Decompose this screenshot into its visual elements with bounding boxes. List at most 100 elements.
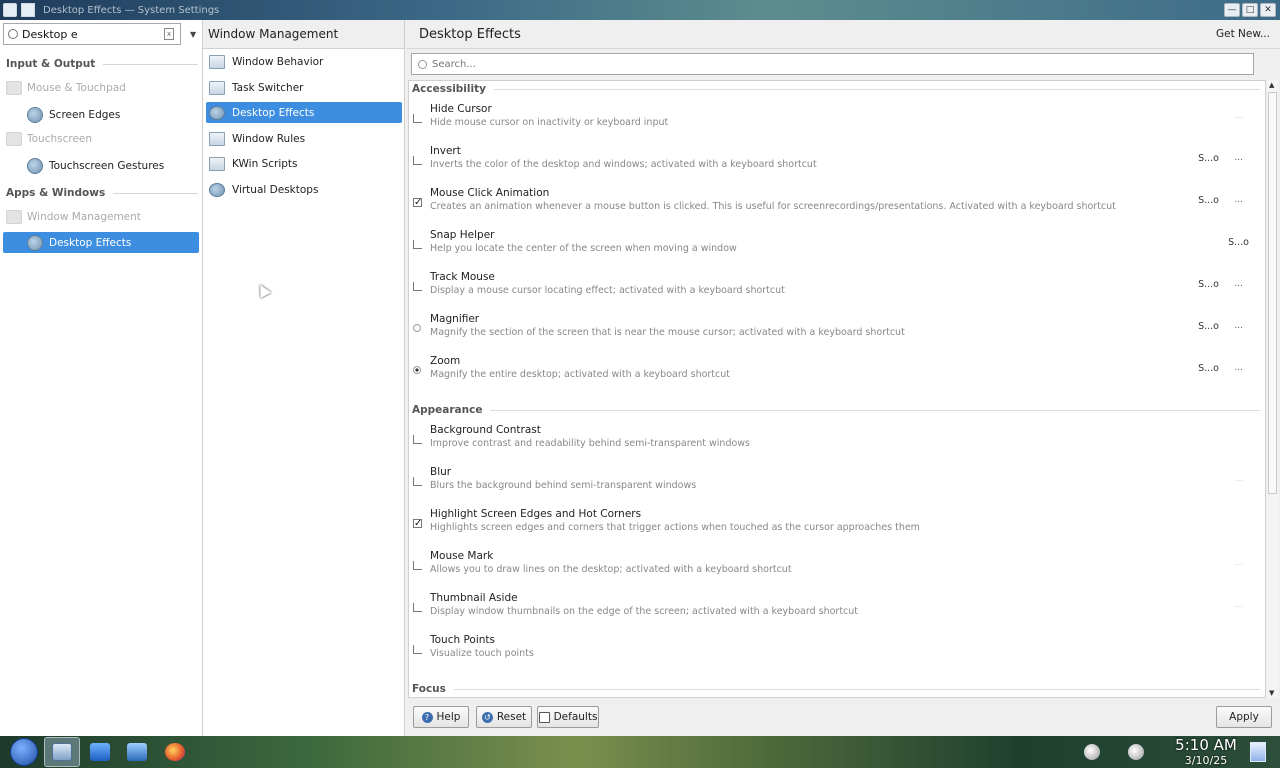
effect-checkbox[interactable]	[413, 603, 422, 612]
taskbar-file-manager[interactable]	[123, 739, 151, 765]
effect-shortcut-button[interactable]: S...o	[1198, 363, 1219, 374]
effect-shortcut-button[interactable]: S...o	[1198, 195, 1219, 206]
effect-name: Invert	[430, 145, 461, 157]
effect-name: Track Mouse	[430, 271, 495, 283]
effect-checkbox[interactable]	[413, 282, 422, 291]
close-icon[interactable]: ✕	[1260, 3, 1276, 17]
taskbar-clock[interactable]: 5:10 AM 3/10/25	[1170, 736, 1242, 767]
sidebar-search-input[interactable]	[22, 27, 152, 41]
effect-row[interactable]: Touch Points Visualize touch points	[409, 634, 1261, 674]
window-behavior-icon	[209, 54, 225, 69]
effects-scrollbar[interactable]: ▲ ▼	[1267, 80, 1278, 698]
effects-search-input[interactable]	[432, 58, 1132, 70]
apply-button[interactable]: Apply	[1216, 706, 1272, 728]
defaults-button[interactable]: Defaults	[537, 706, 599, 728]
minimize-icon[interactable]: —	[1224, 3, 1240, 17]
effect-row[interactable]: Zoom Magnify the entire desktop; activate…	[409, 355, 1261, 395]
effect-configure-button[interactable]: ...	[1234, 279, 1243, 289]
taskbar-firefox[interactable]	[161, 739, 189, 765]
kwin-scripts-icon	[209, 156, 225, 171]
effect-name: Blur	[430, 466, 452, 478]
scroll-up-icon[interactable]: ▲	[1269, 81, 1274, 89]
sidebar-item-screen-edges[interactable]: Screen Edges	[27, 104, 199, 125]
effect-name: Mouse Click Animation	[430, 187, 550, 199]
effect-checkbox[interactable]	[413, 477, 422, 486]
maximize-icon[interactable]: □	[1242, 3, 1258, 17]
effect-configure-button[interactable]: ...	[1234, 195, 1243, 205]
help-button[interactable]: ? Help	[413, 706, 469, 728]
effect-row[interactable]: Snap Helper Help you locate the center of…	[409, 229, 1261, 269]
effect-checkbox[interactable]: ✓	[413, 519, 422, 529]
gestures-icon	[27, 157, 43, 174]
effect-row[interactable]: Invert Inverts the color of the desktop a…	[409, 145, 1261, 185]
effect-row[interactable]: Blur Blurs the background behind semi-tra…	[409, 466, 1261, 506]
app-menu-icon[interactable]	[3, 3, 17, 17]
effect-row[interactable]: Background Contrast Improve contrast and …	[409, 424, 1261, 464]
effect-checkbox[interactable]	[413, 240, 422, 249]
firefox-icon	[165, 743, 185, 761]
effect-description: Hide mouse cursor on inactivity or keybo…	[430, 117, 669, 128]
effect-checkbox[interactable]: ✓	[413, 198, 422, 208]
subcategory-list: Window Management Window Behavior Task S…	[203, 20, 405, 736]
nav-kwin-scripts[interactable]: KWin Scripts	[206, 153, 402, 174]
nav-virtual-desktops[interactable]: Virtual Desktops	[206, 179, 402, 200]
effect-configure-button[interactable]: ...	[1234, 600, 1243, 610]
scrollbar-thumb[interactable]	[1268, 92, 1277, 494]
effect-shortcut-button[interactable]: S...o	[1228, 237, 1249, 248]
effect-radio[interactable]	[413, 366, 421, 374]
category-input-output: Input & Output	[6, 58, 198, 70]
effect-configure-button[interactable]: ...	[1234, 474, 1243, 484]
effect-checkbox[interactable]	[413, 435, 422, 444]
effect-checkbox[interactable]	[413, 561, 422, 570]
effect-configure-button[interactable]: ...	[1234, 558, 1243, 568]
effect-shortcut-button[interactable]: S...o	[1198, 153, 1219, 164]
effect-row[interactable]: Track Mouse Display a mouse cursor locati…	[409, 271, 1261, 311]
effect-checkbox[interactable]	[413, 645, 422, 654]
sidebar-item-desktop-effects[interactable]: Desktop Effects	[3, 232, 199, 253]
reset-button[interactable]: ↺ Reset	[476, 706, 532, 728]
get-new-button[interactable]: Get New...	[1216, 28, 1270, 40]
clock-time: 5:10 AM	[1175, 736, 1237, 754]
scroll-down-icon[interactable]: ▼	[1269, 689, 1274, 697]
taskbar-store[interactable]	[86, 739, 114, 765]
tray-shield-icon[interactable]	[1084, 744, 1100, 760]
nav-task-switcher[interactable]: Task Switcher	[206, 77, 402, 98]
effect-configure-button[interactable]: ...	[1234, 321, 1243, 331]
effect-name: Touch Points	[430, 634, 496, 646]
effect-configure-button[interactable]: ...	[1234, 153, 1243, 163]
clear-search-icon[interactable]: x	[164, 28, 174, 40]
effect-description: Magnify the entire desktop; activated wi…	[430, 369, 730, 380]
sidebar-item-mouse-touchpad[interactable]: Mouse & Touchpad	[6, 78, 196, 98]
effect-configure-button[interactable]: ...	[1234, 363, 1243, 373]
effect-row[interactable]: ✓ Highlight Screen Edges and Hot Corners H…	[409, 508, 1261, 548]
effect-shortcut-button[interactable]: S...o	[1198, 321, 1219, 332]
effects-search-box[interactable]	[411, 53, 1254, 75]
window-titlebar[interactable]: Desktop Effects — System Settings — □ ✕	[0, 0, 1280, 20]
effect-configure-button[interactable]: ...	[1234, 111, 1243, 121]
effect-row[interactable]: Magnifier Magnify the section of the scre…	[409, 313, 1261, 353]
effect-radio[interactable]	[413, 324, 421, 332]
taskbar-system-settings[interactable]	[44, 737, 80, 767]
effect-row[interactable]: ✓ Mouse Click Animation Creates an animati…	[409, 187, 1261, 227]
effect-checkbox[interactable]	[413, 156, 422, 165]
sidebar-item-touchscreen-gestures[interactable]: Touchscreen Gestures	[27, 155, 199, 176]
effect-checkbox[interactable]	[413, 114, 422, 123]
effect-row[interactable]: Mouse Mark Allows you to draw lines on th…	[409, 550, 1261, 590]
effects-list[interactable]: Accessibility Appearance Focus Hide Curs…	[408, 80, 1266, 698]
nav-window-rules[interactable]: Window Rules	[206, 128, 402, 149]
nav-window-behavior[interactable]: Window Behavior	[206, 51, 402, 72]
effect-row[interactable]: Hide Cursor Hide mouse cursor on inactivi…	[409, 103, 1261, 143]
sidebar-menu-icon[interactable]: ▼	[190, 30, 196, 39]
start-menu-icon[interactable]	[10, 738, 38, 766]
effect-row[interactable]: Thumbnail Aside Display window thumbnails…	[409, 592, 1261, 632]
sidebar-search-box[interactable]: x	[3, 23, 181, 45]
effect-shortcut-button[interactable]: S...o	[1198, 279, 1219, 290]
show-desktop-icon[interactable]	[1250, 742, 1266, 762]
tray-network-icon[interactable]	[1128, 744, 1144, 760]
effect-name: Thumbnail Aside	[430, 592, 518, 604]
search-icon	[8, 29, 18, 39]
nav-desktop-effects[interactable]: Desktop Effects	[206, 102, 402, 123]
effect-description: Highlights screen edges and corners that…	[430, 522, 920, 533]
sidebar-item-touchscreen[interactable]: Touchscreen	[6, 129, 196, 149]
sidebar-item-window-management[interactable]: Window Management	[6, 207, 196, 227]
